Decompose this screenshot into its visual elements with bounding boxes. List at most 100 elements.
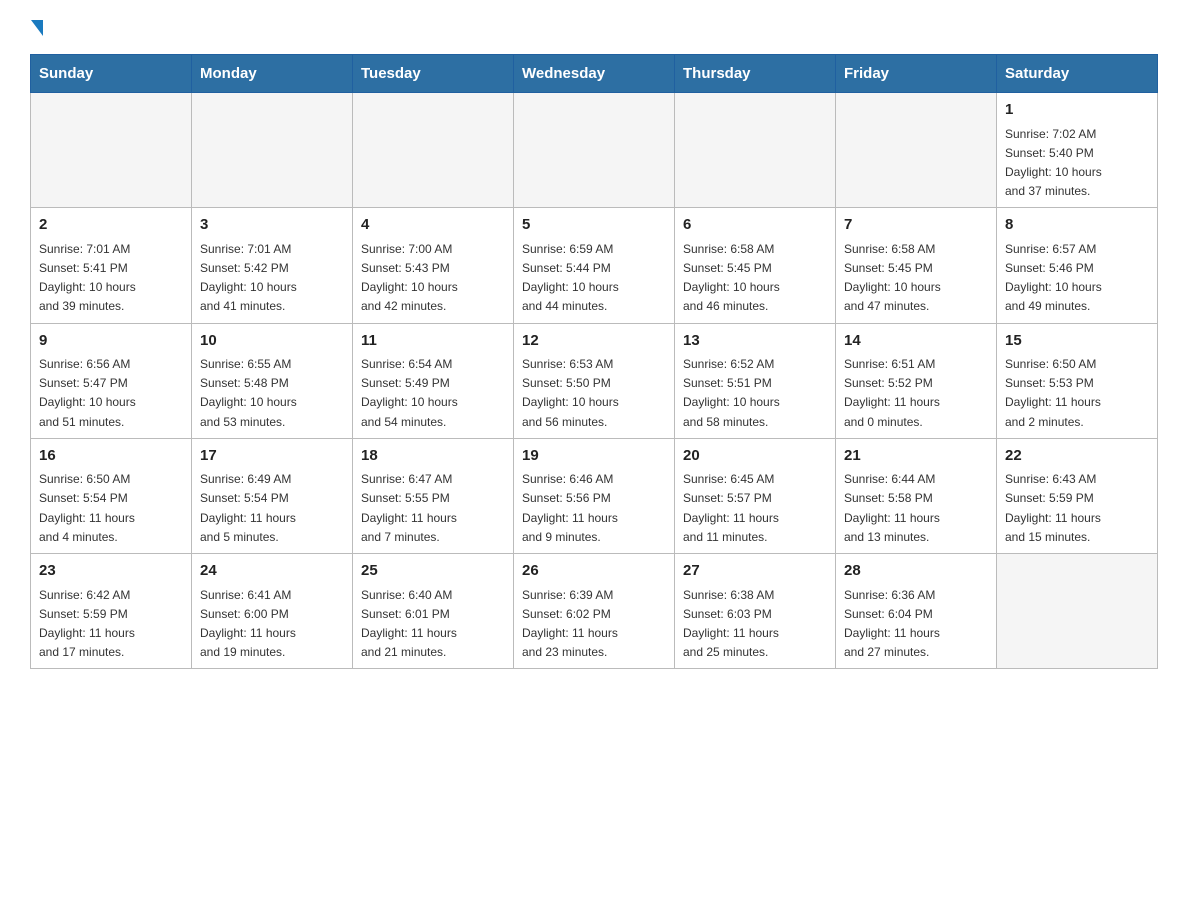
calendar-cell: 9Sunrise: 6:56 AMSunset: 5:47 PMDaylight…	[31, 323, 192, 438]
day-number: 1	[1005, 99, 1149, 122]
weekday-header-monday: Monday	[192, 55, 353, 93]
day-number: 23	[39, 560, 183, 583]
calendar-cell: 15Sunrise: 6:50 AMSunset: 5:53 PMDayligh…	[997, 323, 1158, 438]
calendar-cell: 26 Sunrise: 6:39 AMSunset: 6:02 PMDayligh…	[514, 554, 675, 669]
calendar-cell: 22Sunrise: 6:43 AMSunset: 5:59 PMDayligh…	[997, 438, 1158, 553]
day-number: 8	[1005, 214, 1149, 237]
calendar-cell: 20Sunrise: 6:45 AMSunset: 5:57 PMDayligh…	[675, 438, 836, 553]
calendar-cell: 19Sunrise: 6:46 AMSunset: 5:56 PMDayligh…	[514, 438, 675, 553]
day-info: Sunrise: 6:44 AMSunset: 5:58 PMDaylight:…	[844, 470, 988, 547]
day-number: 17	[200, 445, 344, 468]
weekday-header-row: SundayMondayTuesdayWednesdayThursdayFrid…	[31, 55, 1158, 93]
calendar-cell: 17Sunrise: 6:49 AMSunset: 5:54 PMDayligh…	[192, 438, 353, 553]
day-info: Sunrise: 6:47 AMSunset: 5:55 PMDaylight:…	[361, 470, 505, 547]
day-info: Sunrise: 6:40 AMSunset: 6:01 PMDaylight:…	[361, 586, 505, 663]
calendar-week-row: 2 Sunrise: 7:01 AMSunset: 5:41 PMDaylight…	[31, 208, 1158, 323]
day-info: Sunrise: 6:57 AMSunset: 5:46 PMDaylight:…	[1005, 240, 1149, 317]
day-info: Sunrise: 7:01 AMSunset: 5:41 PMDaylight:…	[39, 240, 183, 317]
day-number: 11	[361, 330, 505, 353]
day-info: Sunrise: 6:51 AMSunset: 5:52 PMDaylight:…	[844, 355, 988, 432]
day-number: 15	[1005, 330, 1149, 353]
calendar-cell: 1Sunrise: 7:02 AMSunset: 5:40 PMDaylight…	[997, 93, 1158, 208]
weekday-header-friday: Friday	[836, 55, 997, 93]
day-number: 14	[844, 330, 988, 353]
day-info: Sunrise: 6:38 AMSunset: 6:03 PMDaylight:…	[683, 586, 827, 663]
calendar-header: SundayMondayTuesdayWednesdayThursdayFrid…	[31, 55, 1158, 93]
logo-triangle-icon	[31, 20, 43, 36]
calendar-cell: 23 Sunrise: 6:42 AMSunset: 5:59 PMDayligh…	[31, 554, 192, 669]
day-info: Sunrise: 6:58 AMSunset: 5:45 PMDaylight:…	[683, 240, 827, 317]
day-number: 13	[683, 330, 827, 353]
day-info: Sunrise: 6:39 AMSunset: 6:02 PMDaylight:…	[522, 586, 666, 663]
day-number: 24	[200, 560, 344, 583]
day-number: 2	[39, 214, 183, 237]
weekday-header-saturday: Saturday	[997, 55, 1158, 93]
day-number: 20	[683, 445, 827, 468]
day-info: Sunrise: 6:55 AMSunset: 5:48 PMDaylight:…	[200, 355, 344, 432]
calendar-cell	[31, 93, 192, 208]
day-info: Sunrise: 6:49 AMSunset: 5:54 PMDaylight:…	[200, 470, 344, 547]
calendar-cell: 6 Sunrise: 6:58 AMSunset: 5:45 PMDaylight…	[675, 208, 836, 323]
day-number: 28	[844, 560, 988, 583]
day-number: 10	[200, 330, 344, 353]
calendar-cell	[353, 93, 514, 208]
day-number: 25	[361, 560, 505, 583]
weekday-header-thursday: Thursday	[675, 55, 836, 93]
day-number: 21	[844, 445, 988, 468]
calendar-cell: 14Sunrise: 6:51 AMSunset: 5:52 PMDayligh…	[836, 323, 997, 438]
calendar-cell: 5 Sunrise: 6:59 AMSunset: 5:44 PMDaylight…	[514, 208, 675, 323]
calendar-cell: 16Sunrise: 6:50 AMSunset: 5:54 PMDayligh…	[31, 438, 192, 553]
calendar-cell	[836, 93, 997, 208]
calendar-cell: 3 Sunrise: 7:01 AMSunset: 5:42 PMDaylight…	[192, 208, 353, 323]
calendar-cell: 11Sunrise: 6:54 AMSunset: 5:49 PMDayligh…	[353, 323, 514, 438]
calendar-week-row: 1Sunrise: 7:02 AMSunset: 5:40 PMDaylight…	[31, 93, 1158, 208]
calendar-cell: 25 Sunrise: 6:40 AMSunset: 6:01 PMDayligh…	[353, 554, 514, 669]
day-number: 4	[361, 214, 505, 237]
day-info: Sunrise: 7:01 AMSunset: 5:42 PMDaylight:…	[200, 240, 344, 317]
day-info: Sunrise: 6:54 AMSunset: 5:49 PMDaylight:…	[361, 355, 505, 432]
calendar-cell: 12Sunrise: 6:53 AMSunset: 5:50 PMDayligh…	[514, 323, 675, 438]
weekday-header-sunday: Sunday	[31, 55, 192, 93]
calendar-cell	[997, 554, 1158, 669]
day-number: 3	[200, 214, 344, 237]
calendar-cell: 13Sunrise: 6:52 AMSunset: 5:51 PMDayligh…	[675, 323, 836, 438]
day-info: Sunrise: 7:00 AMSunset: 5:43 PMDaylight:…	[361, 240, 505, 317]
day-number: 19	[522, 445, 666, 468]
calendar-cell: 2 Sunrise: 7:01 AMSunset: 5:41 PMDaylight…	[31, 208, 192, 323]
day-info: Sunrise: 6:45 AMSunset: 5:57 PMDaylight:…	[683, 470, 827, 547]
day-info: Sunrise: 6:50 AMSunset: 5:53 PMDaylight:…	[1005, 355, 1149, 432]
day-number: 26	[522, 560, 666, 583]
day-number: 22	[1005, 445, 1149, 468]
calendar-week-row: 16Sunrise: 6:50 AMSunset: 5:54 PMDayligh…	[31, 438, 1158, 553]
day-number: 16	[39, 445, 183, 468]
calendar-cell	[192, 93, 353, 208]
calendar-cell: 8 Sunrise: 6:57 AMSunset: 5:46 PMDaylight…	[997, 208, 1158, 323]
weekday-header-wednesday: Wednesday	[514, 55, 675, 93]
day-number: 5	[522, 214, 666, 237]
calendar-cell: 10Sunrise: 6:55 AMSunset: 5:48 PMDayligh…	[192, 323, 353, 438]
calendar-cell: 24 Sunrise: 6:41 AMSunset: 6:00 PMDayligh…	[192, 554, 353, 669]
calendar-cell: 4 Sunrise: 7:00 AMSunset: 5:43 PMDaylight…	[353, 208, 514, 323]
day-number: 6	[683, 214, 827, 237]
day-info: Sunrise: 6:53 AMSunset: 5:50 PMDaylight:…	[522, 355, 666, 432]
day-info: Sunrise: 6:42 AMSunset: 5:59 PMDaylight:…	[39, 586, 183, 663]
calendar-week-row: 9Sunrise: 6:56 AMSunset: 5:47 PMDaylight…	[31, 323, 1158, 438]
calendar-cell: 18Sunrise: 6:47 AMSunset: 5:55 PMDayligh…	[353, 438, 514, 553]
day-info: Sunrise: 6:52 AMSunset: 5:51 PMDaylight:…	[683, 355, 827, 432]
calendar-cell: 28 Sunrise: 6:36 AMSunset: 6:04 PMDayligh…	[836, 554, 997, 669]
day-info: Sunrise: 6:41 AMSunset: 6:00 PMDaylight:…	[200, 586, 344, 663]
calendar-table: SundayMondayTuesdayWednesdayThursdayFrid…	[30, 54, 1158, 669]
day-number: 9	[39, 330, 183, 353]
day-number: 7	[844, 214, 988, 237]
day-info: Sunrise: 6:46 AMSunset: 5:56 PMDaylight:…	[522, 470, 666, 547]
day-info: Sunrise: 6:36 AMSunset: 6:04 PMDaylight:…	[844, 586, 988, 663]
day-number: 18	[361, 445, 505, 468]
day-info: Sunrise: 6:43 AMSunset: 5:59 PMDaylight:…	[1005, 470, 1149, 547]
logo	[30, 20, 43, 34]
day-info: Sunrise: 6:50 AMSunset: 5:54 PMDaylight:…	[39, 470, 183, 547]
day-info: Sunrise: 6:59 AMSunset: 5:44 PMDaylight:…	[522, 240, 666, 317]
calendar-week-row: 23 Sunrise: 6:42 AMSunset: 5:59 PMDayligh…	[31, 554, 1158, 669]
day-info: Sunrise: 6:56 AMSunset: 5:47 PMDaylight:…	[39, 355, 183, 432]
calendar-body: 1Sunrise: 7:02 AMSunset: 5:40 PMDaylight…	[31, 93, 1158, 669]
calendar-cell	[514, 93, 675, 208]
